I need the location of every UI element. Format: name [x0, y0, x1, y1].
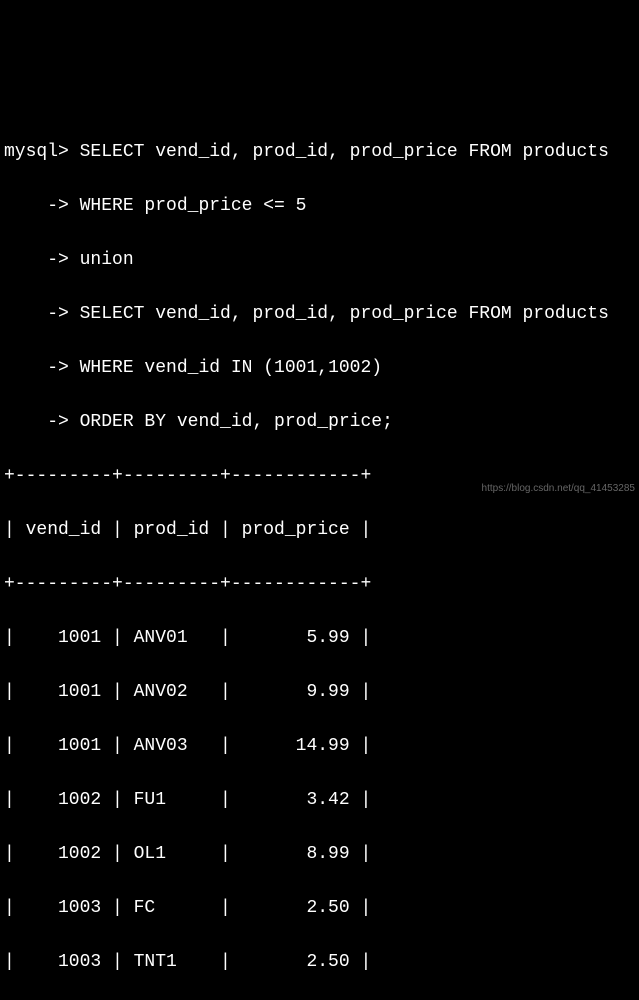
table-row: | 1003 | TNT1 | 2.50 | [4, 949, 635, 976]
table-row: | 1002 | FU1 | 3.42 | [4, 787, 635, 814]
table-row: | 1003 | FC | 2.50 | [4, 895, 635, 922]
continuation-prompt: -> [4, 304, 69, 324]
query-line-6: -> ORDER BY vend_id, prod_price; [4, 409, 635, 436]
query-line-3: -> union [4, 247, 635, 274]
table-row: | 1001 | ANV02 | 9.99 | [4, 679, 635, 706]
query-line-5: -> WHERE vend_id IN (1001,1002) [4, 355, 635, 382]
table-row: | 1002 | OL1 | 8.99 | [4, 841, 635, 868]
mysql-prompt: mysql> [4, 142, 69, 162]
table-border-header: +---------+---------+------------+ [4, 571, 635, 598]
query-line-2: -> WHERE prod_price <= 5 [4, 193, 635, 220]
continuation-prompt: -> [4, 412, 69, 432]
continuation-prompt: -> [4, 250, 69, 270]
query-line-4: -> SELECT vend_id, prod_id, prod_price F… [4, 301, 635, 328]
query-line-1: mysql> SELECT vend_id, prod_id, prod_pri… [4, 139, 635, 166]
continuation-prompt: -> [4, 358, 69, 378]
watermark-text: https://blog.csdn.net/qq_41453285 [482, 481, 635, 496]
continuation-prompt: -> [4, 196, 69, 216]
table-header: | vend_id | prod_id | prod_price | [4, 517, 635, 544]
table-row: | 1001 | ANV03 | 14.99 | [4, 733, 635, 760]
terminal-output: mysql> SELECT vend_id, prod_id, prod_pri… [4, 112, 635, 1000]
table-row: | 1001 | ANV01 | 5.99 | [4, 625, 635, 652]
